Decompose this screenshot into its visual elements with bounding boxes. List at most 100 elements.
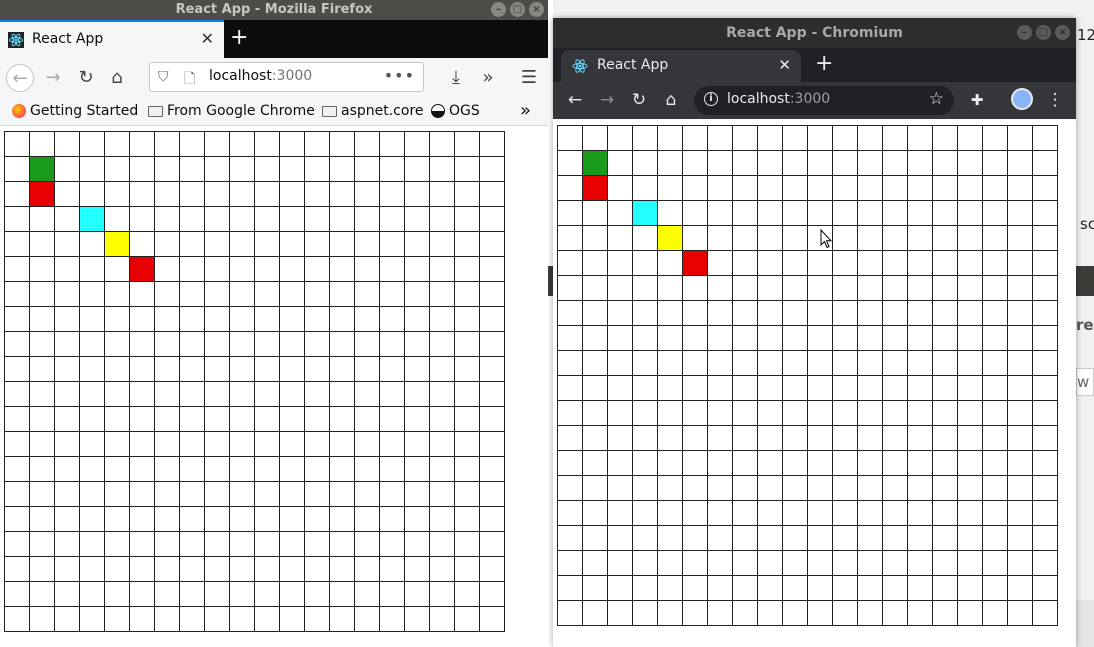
grid-cell[interactable] <box>105 207 130 232</box>
grid-cell[interactable] <box>155 532 180 557</box>
grid-cell[interactable] <box>405 332 430 357</box>
grid-cell[interactable] <box>405 607 430 632</box>
grid-cell[interactable] <box>5 532 30 557</box>
grid-cell[interactable] <box>983 126 1008 151</box>
grid-cell[interactable] <box>430 257 455 282</box>
grid-cell[interactable] <box>983 601 1008 626</box>
grid-cell[interactable] <box>155 332 180 357</box>
maximize-button[interactable]: □ <box>1036 25 1051 40</box>
grid-cell[interactable] <box>833 501 858 526</box>
grid-cell[interactable] <box>280 307 305 332</box>
grid-cell[interactable] <box>380 307 405 332</box>
grid-cell[interactable] <box>908 226 933 251</box>
grid-cell[interactable] <box>783 501 808 526</box>
grid-cell[interactable] <box>130 182 155 207</box>
grid-cell[interactable] <box>683 401 708 426</box>
grid-cell[interactable] <box>608 551 633 576</box>
grid-cell[interactable] <box>908 401 933 426</box>
grid-cell[interactable] <box>405 457 430 482</box>
grid-cell[interactable] <box>205 482 230 507</box>
grid-cell[interactable] <box>55 132 80 157</box>
close-button[interactable]: × <box>529 2 544 17</box>
grid-cell[interactable] <box>155 232 180 257</box>
grid-cell[interactable] <box>230 482 255 507</box>
grid-cell[interactable] <box>205 432 230 457</box>
grid-cell[interactable] <box>480 432 505 457</box>
grid-cell[interactable] <box>380 482 405 507</box>
grid-cell[interactable] <box>455 457 480 482</box>
grid-cell[interactable] <box>255 407 280 432</box>
grid-cell[interactable] <box>783 151 808 176</box>
grid-cell[interactable] <box>380 282 405 307</box>
grid-cell[interactable] <box>558 376 583 401</box>
grid-cell[interactable] <box>683 501 708 526</box>
grid-cell[interactable] <box>883 501 908 526</box>
grid-cell[interactable] <box>305 182 330 207</box>
grid-cell[interactable] <box>883 601 908 626</box>
grid-cell[interactable] <box>55 282 80 307</box>
grid-cell[interactable] <box>758 151 783 176</box>
grid-cell[interactable] <box>558 426 583 451</box>
grid-cell[interactable] <box>155 307 180 332</box>
grid-cell[interactable] <box>30 607 55 632</box>
grid-cell[interactable] <box>958 226 983 251</box>
grid-cell[interactable] <box>633 176 658 201</box>
grid-cell[interactable] <box>833 451 858 476</box>
grid-cell[interactable] <box>405 207 430 232</box>
grid-cell[interactable] <box>180 232 205 257</box>
grid-cell[interactable] <box>583 576 608 601</box>
forward-button[interactable]: → <box>594 87 620 113</box>
grid-cell[interactable] <box>255 432 280 457</box>
grid-cell[interactable] <box>305 507 330 532</box>
grid-cell[interactable] <box>380 607 405 632</box>
grid-cell[interactable] <box>255 582 280 607</box>
grid-cell[interactable] <box>180 182 205 207</box>
grid-cell[interactable] <box>230 332 255 357</box>
grid-cell[interactable] <box>608 201 633 226</box>
grid-cell[interactable] <box>608 576 633 601</box>
grid-cell[interactable] <box>708 501 733 526</box>
grid-cell[interactable] <box>608 301 633 326</box>
grid-cell[interactable] <box>130 432 155 457</box>
grid-cell[interactable] <box>933 426 958 451</box>
grid-cell[interactable] <box>883 576 908 601</box>
grid-cell[interactable] <box>105 582 130 607</box>
grid-cell[interactable] <box>355 332 380 357</box>
grid-cell[interactable] <box>205 132 230 157</box>
grid-cell[interactable] <box>280 432 305 457</box>
grid-cell[interactable] <box>405 132 430 157</box>
grid-cell[interactable] <box>5 432 30 457</box>
grid-cell-colored[interactable] <box>80 207 105 232</box>
grid-cell[interactable] <box>633 301 658 326</box>
grid-cell[interactable] <box>1008 326 1033 351</box>
grid-cell[interactable] <box>130 507 155 532</box>
grid-cell[interactable] <box>330 232 355 257</box>
grid-cell[interactable] <box>833 176 858 201</box>
grid-cell[interactable] <box>380 207 405 232</box>
grid-cell[interactable] <box>155 382 180 407</box>
grid-cell[interactable] <box>380 582 405 607</box>
grid-cell[interactable] <box>883 351 908 376</box>
grid-cell[interactable] <box>758 576 783 601</box>
grid-cell[interactable] <box>330 257 355 282</box>
grid-cell[interactable] <box>608 226 633 251</box>
grid-cell[interactable] <box>833 301 858 326</box>
grid-cell[interactable] <box>808 301 833 326</box>
tracking-shield-icon[interactable]: ⛉ <box>158 69 169 85</box>
grid-cell[interactable] <box>55 607 80 632</box>
grid-cell[interactable] <box>1033 526 1058 551</box>
grid-cell[interactable] <box>783 376 808 401</box>
grid-cell[interactable] <box>633 476 658 501</box>
grid-cell[interactable] <box>455 557 480 582</box>
grid-cell[interactable] <box>305 307 330 332</box>
grid-cell[interactable] <box>1008 601 1033 626</box>
grid-cell[interactable] <box>5 332 30 357</box>
grid-cell[interactable] <box>808 451 833 476</box>
grid-cell[interactable] <box>833 276 858 301</box>
grid-cell[interactable] <box>1033 176 1058 201</box>
grid-cell[interactable] <box>958 401 983 426</box>
grid-cell[interactable] <box>455 307 480 332</box>
grid-cell[interactable] <box>330 207 355 232</box>
grid-cell[interactable] <box>455 257 480 282</box>
grid-cell[interactable] <box>733 301 758 326</box>
